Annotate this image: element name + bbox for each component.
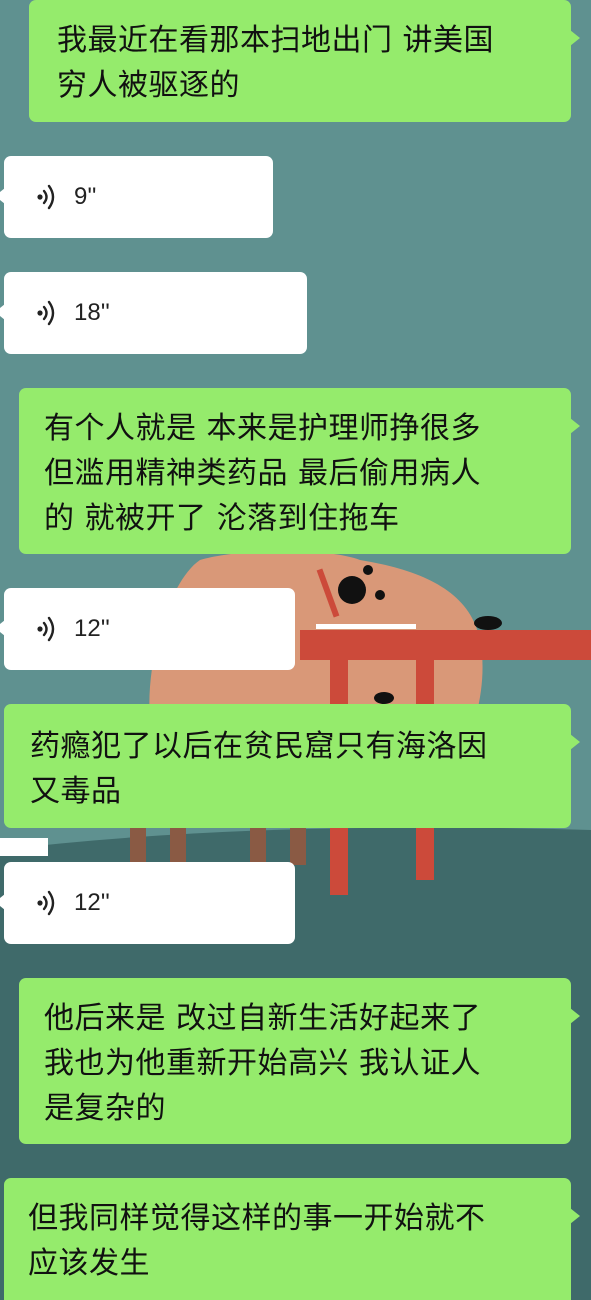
chat-message-sent[interactable]: 有个人就是 本来是护理师挣很多 但滥用精神类药品 最后偷用病人 的 就被开了 沦…: [19, 388, 580, 554]
voice-message[interactable]: 18'': [0, 272, 307, 354]
voice-duration: 12'': [74, 889, 110, 916]
voice-duration: 9'': [74, 183, 97, 210]
chat-message-sent[interactable]: 他后来是 改过自新生活好起来了 我也为他重新开始高兴 我认证人 是复杂的: [19, 978, 580, 1144]
voice-wave-icon: [36, 890, 58, 916]
voice-wave-icon: [36, 184, 58, 210]
message-text: 药瘾犯了以后在贫民窟只有海洛因 又毒品: [30, 729, 488, 809]
voice-duration: 18'': [74, 299, 110, 326]
message-text: 有个人就是 本来是护理师挣很多 但滥用精神类药品 最后偷用病人 的 就被开了 沦…: [44, 411, 482, 536]
chat-message-sent[interactable]: 药瘾犯了以后在贫民窟只有海洛因 又毒品: [4, 704, 580, 828]
table-top: [300, 630, 591, 660]
chat-message-sent[interactable]: 但我同样觉得这样的事一开始就不 应该发生: [4, 1178, 580, 1300]
chat-message-sent[interactable]: 我最近在看那本扫地出门 讲美国 穷人被驱逐的: [29, 0, 580, 122]
voice-wave-icon: [36, 300, 58, 326]
message-text: 但我同样觉得这样的事一开始就不 应该发生: [28, 1201, 486, 1281]
voice-wave-icon: [36, 616, 58, 642]
voice-message[interactable]: 12'': [0, 588, 295, 670]
voice-message[interactable]: 12'': [0, 862, 295, 944]
message-text: 我最近在看那本扫地出门 讲美国 穷人被驱逐的: [57, 23, 495, 103]
voice-duration: 12'': [74, 615, 110, 642]
message-text: 他后来是 改过自新生活好起来了 我也为他重新开始高兴 我认证人 是复杂的: [44, 1001, 482, 1126]
voice-message[interactable]: 9'': [0, 156, 273, 238]
